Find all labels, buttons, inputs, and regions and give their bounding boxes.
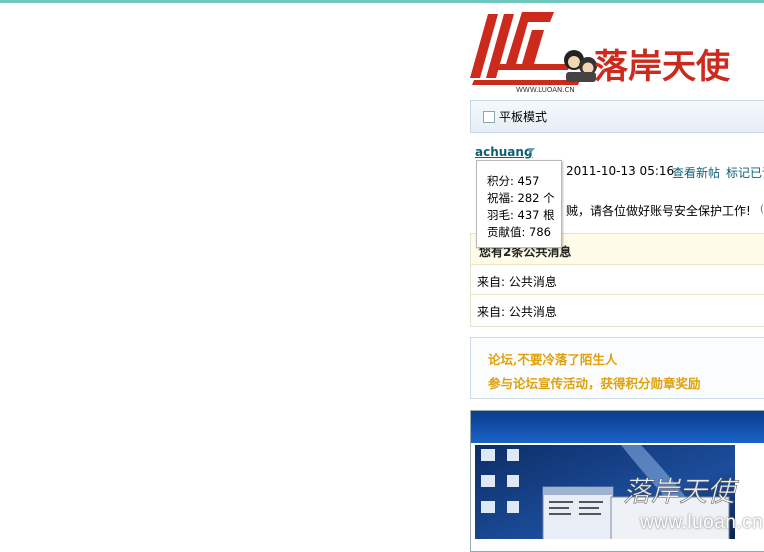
message-source[interactable]: 来自: 公共消息 [477,303,557,320]
view-new-posts-link[interactable]: 查看新帖 [672,164,720,181]
list-item[interactable]: 来自: 公共消息 [471,295,764,325]
mascot-icon [564,50,597,82]
stat-contribution: 贡献值: 786 [487,225,551,239]
chevron-down-icon[interactable] [527,148,535,153]
stat-points: 积分: 457 [487,174,540,188]
mark-read-link[interactable]: 标记已读 [726,164,764,181]
user-stats-popup: 积分: 457 祝福: 282 个 羽毛: 437 根 贡献值: 786 [476,160,562,248]
tablet-mode-label[interactable]: 平板模式 [499,108,547,125]
watermark-cn-text: 落岸天使 [623,475,740,508]
last-visit-time: 2011-10-13 05:16 [566,164,675,178]
security-notice: 贼，请各位做好账号安全保护工作! [566,204,751,218]
username-link[interactable]: achuang [475,145,533,159]
watermark-url: www.luoan.cn [640,512,764,533]
tablet-mode-checkbox[interactable] [483,111,495,123]
watermark-logo: 落岸天使 [623,475,741,509]
notice-paren: ( [760,204,764,215]
stat-blessing: 祝福: 282 个 [487,191,555,205]
promo-link-1[interactable]: 论坛,不要冷落了陌生人 [488,349,617,368]
tablet-mode-bar: 平板模式 [470,100,764,133]
list-item[interactable]: 来自: 公共消息 [471,265,764,295]
logo-domain-text: WWW.LUOAN.CN [516,86,575,94]
top-accent-bar [0,0,764,3]
logo-brand-text: 落岸天使 [594,47,731,87]
message-source[interactable]: 来自: 公共消息 [477,273,557,290]
promo-link-2[interactable]: 参与论坛宣传活动，获得积分勋章奖励 [488,373,701,392]
promo-box: 论坛,不要冷落了陌生人 参与论坛宣传活动，获得积分勋章奖励 [470,337,764,399]
stat-feathers: 羽毛: 437 根 [487,208,555,222]
site-logo[interactable]: 落岸天使 WWW.LUOAN.CN [470,8,764,96]
